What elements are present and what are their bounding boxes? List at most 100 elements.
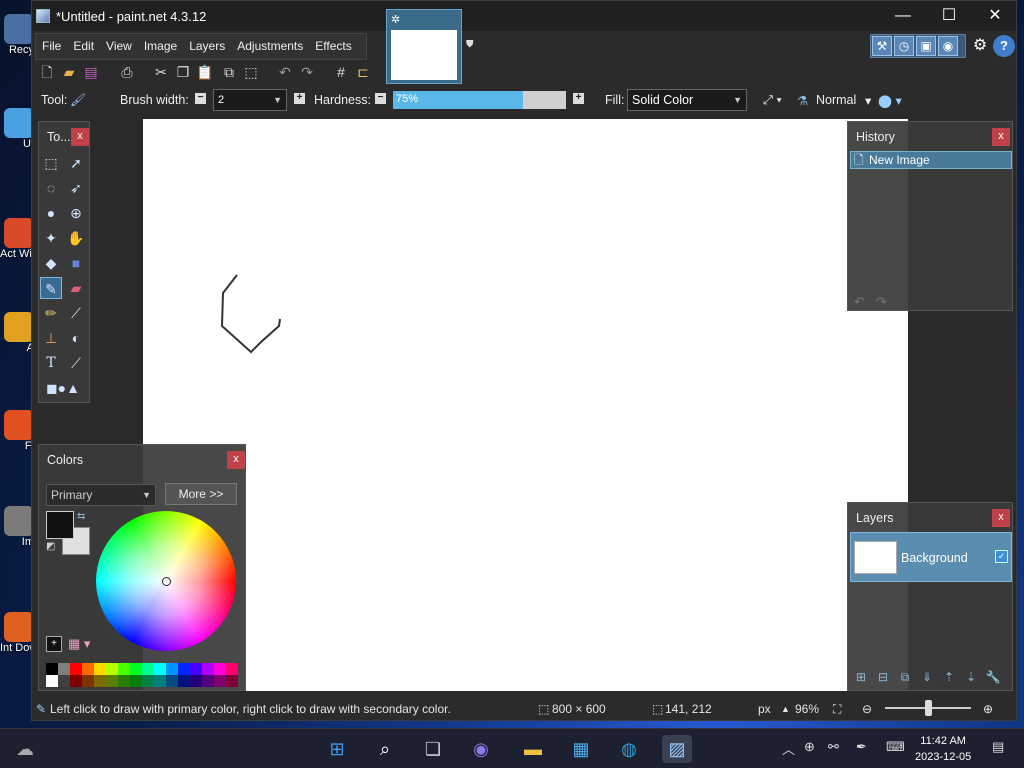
swap-colors-icon[interactable]: ⇆ (77, 511, 85, 522)
zoom-to-window-icon[interactable]: ⛶ (833, 702, 841, 717)
palette-swatch[interactable] (166, 675, 178, 687)
store-icon[interactable]: ▦ (566, 735, 596, 763)
pan-tool-icon[interactable]: ✋ (65, 227, 87, 249)
more-colors-button[interactable]: More >> (165, 483, 237, 505)
palette-swatch[interactable] (106, 675, 118, 687)
history-undo-icon[interactable]: ↶ (854, 294, 865, 310)
reset-colors-icon[interactable]: ◩ (46, 541, 55, 552)
task-view-icon[interactable]: ❏ (418, 735, 448, 763)
palette-swatch[interactable] (46, 663, 58, 675)
menu-adjustments[interactable]: Adjustments (231, 34, 309, 59)
units-select[interactable]: px (758, 702, 771, 716)
start-button-icon[interactable]: ⊞ (322, 735, 352, 763)
language-icon[interactable]: ⊕ (804, 739, 815, 755)
palette-swatch[interactable] (46, 675, 58, 687)
crop-to-selection-icon[interactable]: ⧉ (220, 63, 238, 81)
move-selected-pixels-tool-icon[interactable]: ➚ (65, 152, 87, 174)
paint-bucket-tool-icon[interactable]: ◆ (40, 252, 62, 274)
paintbrush-tool-icon[interactable]: ✎ (40, 277, 62, 299)
edge-browser-icon[interactable]: ◍ (614, 735, 644, 763)
maximize-button[interactable]: ☐ (926, 1, 972, 31)
delete-layer-icon[interactable]: ⊟ (874, 668, 892, 686)
palette-swatch[interactable] (82, 675, 94, 687)
history-window-toggle-icon[interactable]: ◷ (894, 36, 914, 56)
undo-icon[interactable]: ↶ (276, 63, 294, 81)
layers-panel-close-button[interactable]: x (992, 509, 1010, 527)
move-layer-down-icon[interactable]: ⇣ (962, 668, 980, 686)
palette-swatch[interactable] (118, 663, 130, 675)
layer-row[interactable]: Background ✓ (850, 532, 1012, 582)
minimize-button[interactable]: — (880, 1, 926, 31)
color-picker-tool-icon[interactable]: ⟋ (65, 302, 87, 324)
desktop-icon-a[interactable]: A (0, 312, 34, 354)
palette-swatch[interactable] (178, 675, 190, 687)
pen-icon[interactable]: ✒ (856, 739, 867, 755)
duplicate-layer-icon[interactable]: ⧉ (896, 668, 914, 686)
close-button[interactable]: ✕ (972, 1, 1018, 31)
brush-width-select[interactable]: 2 ▼ (213, 89, 287, 111)
menu-view[interactable]: View (100, 34, 138, 59)
tools-window-toggle-icon[interactable]: ⚒ (872, 36, 892, 56)
notifications-icon[interactable]: ▤ (992, 739, 1004, 755)
colors-window-toggle-icon[interactable]: ◉ (938, 36, 958, 56)
eraser-tool-icon[interactable]: ▰ (65, 277, 87, 299)
deselect-icon[interactable]: ⬚ (242, 63, 260, 81)
lasso-select-tool-icon[interactable]: ◌ (40, 177, 62, 199)
show-hidden-icons-icon[interactable]: ︿ (782, 739, 795, 758)
palette-swatch[interactable] (94, 675, 106, 687)
clone-stamp-tool-icon[interactable]: ⊥ (40, 327, 62, 349)
desktop-icon-recycle-bin[interactable]: Recy (0, 14, 34, 56)
zoom-tool-icon[interactable]: ⊕ (65, 202, 87, 224)
primary-color-swatch[interactable] (46, 511, 74, 539)
zoom-out-icon[interactable]: ⊖ (862, 702, 872, 716)
copy-icon[interactable]: ❐ (174, 63, 192, 81)
desktop-icon-activate-windows[interactable]: Act Win (0, 218, 34, 260)
palette-swatch[interactable] (226, 663, 238, 675)
zoom-slider-thumb[interactable] (925, 700, 932, 716)
menu-edit[interactable]: Edit (67, 34, 100, 59)
palette-swatch[interactable] (142, 663, 154, 675)
blend-mode-dropdown-icon[interactable]: ▾ (865, 93, 871, 108)
palette-swatch[interactable] (142, 675, 154, 687)
hardness-increase-button[interactable]: + (573, 93, 584, 104)
antialiasing-icon[interactable]: ⤢ ▾ (763, 93, 782, 108)
palette-swatch[interactable] (190, 663, 202, 675)
colors-panel-close-button[interactable]: x (227, 451, 245, 469)
image-tab-thumbnail[interactable]: ✲ (386, 9, 462, 84)
move-layer-up-icon[interactable]: ⇡ (940, 668, 958, 686)
rectangle-select-tool-icon[interactable]: ⬚ (40, 152, 62, 174)
palette-swatch[interactable] (94, 663, 106, 675)
palette-swatch[interactable] (178, 663, 190, 675)
print-icon[interactable]: ⎙ (118, 63, 136, 81)
desktop-icon-firefox[interactable]: Fi (0, 410, 34, 452)
tab-list-dropdown-icon[interactable]: ⛊ (466, 39, 474, 50)
hardness-slider[interactable]: 75% (393, 91, 566, 109)
paintbrush-tool-icon[interactable]: 🖌 (70, 93, 86, 108)
redo-icon[interactable]: ↷ (298, 63, 316, 81)
menu-image[interactable]: Image (138, 34, 183, 59)
merge-layer-down-icon[interactable]: ⇓ (918, 668, 936, 686)
menu-layers[interactable]: Layers (183, 34, 231, 59)
layer-properties-icon[interactable]: 🔧 (984, 668, 1002, 686)
palette-menu-icon[interactable]: ▦ ▾ (68, 636, 90, 652)
menu-file[interactable]: File (36, 34, 67, 59)
chat-icon[interactable]: ◉ (466, 735, 496, 763)
network-icon[interactable]: ⚯ (828, 739, 839, 755)
paste-icon[interactable]: 📋 (196, 63, 214, 81)
cut-icon[interactable]: ✂ (152, 63, 170, 81)
title-bar[interactable]: *Untitled - paint.net 4.3.12 — ☐ ✕ (32, 1, 1016, 31)
history-redo-icon[interactable]: ↷ (876, 294, 887, 310)
ruler-icon[interactable]: ⊏ (354, 63, 372, 81)
palette-swatch[interactable] (70, 675, 82, 687)
selection-quality-icon[interactable]: ⬤ ▾ (878, 93, 902, 108)
add-layer-icon[interactable]: ⊞ (852, 668, 870, 686)
zoom-value[interactable]: 96% (795, 702, 819, 716)
palette-swatch[interactable] (214, 675, 226, 687)
brush-width-decrease-button[interactable]: − (195, 93, 206, 104)
clock[interactable]: 11:42 AM 2023-12-05 (915, 733, 971, 765)
palette-swatch[interactable] (70, 663, 82, 675)
palette-swatch[interactable] (154, 663, 166, 675)
palette-swatch[interactable] (202, 663, 214, 675)
palette-swatch[interactable] (166, 663, 178, 675)
hardness-decrease-button[interactable]: − (375, 93, 386, 104)
